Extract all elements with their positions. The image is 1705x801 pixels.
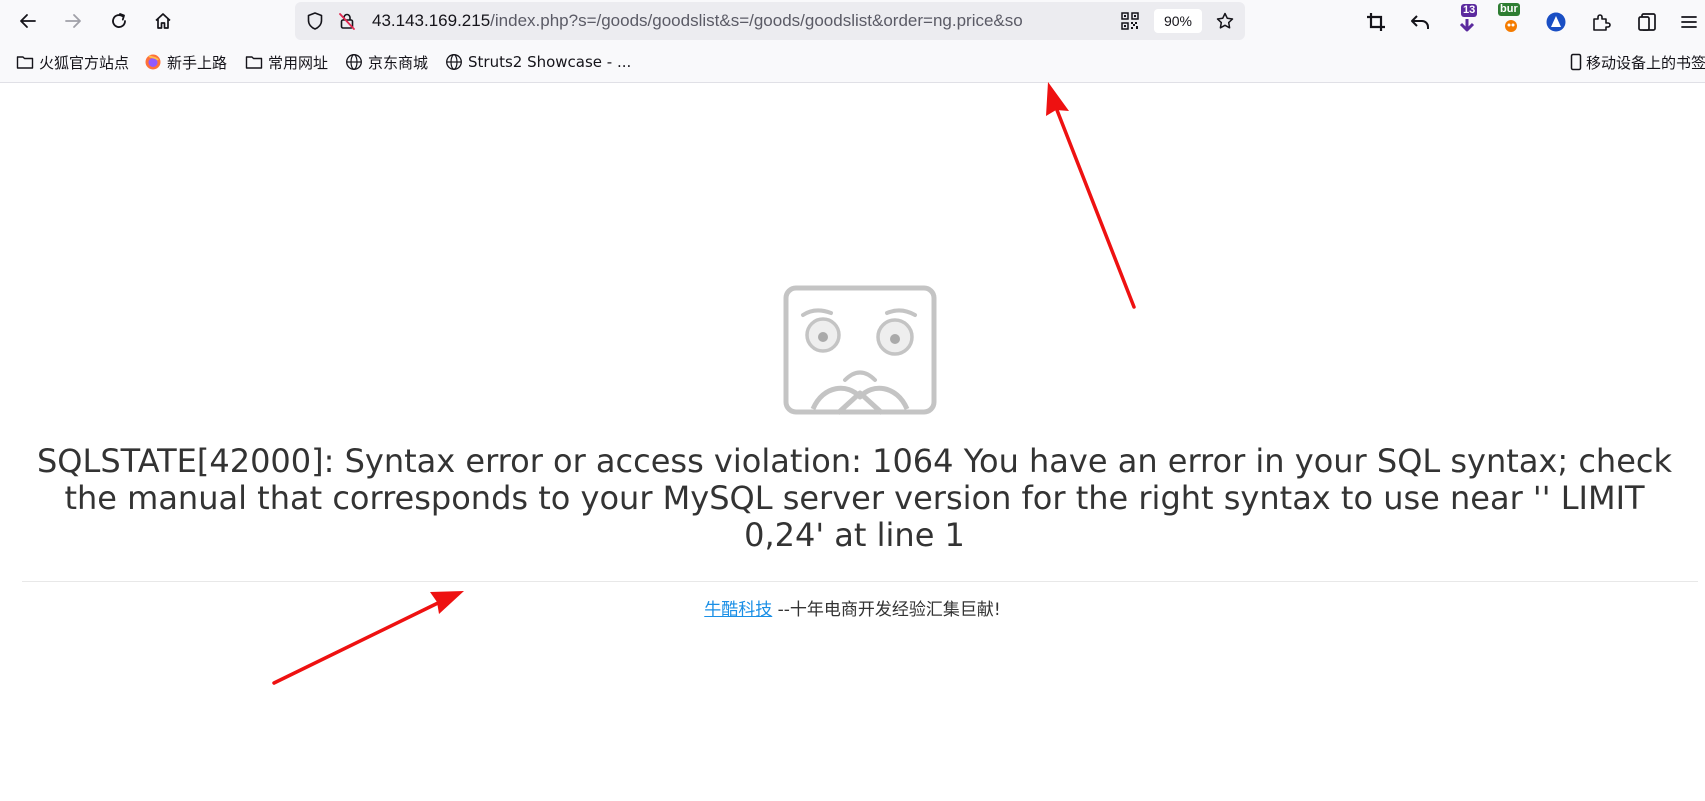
burp-badge: bur (1498, 3, 1520, 16)
url-text[interactable]: 43.143.169.215/index.php?s=/goods/goodsl… (372, 10, 1107, 32)
sad-face-error-icon (783, 285, 937, 415)
bookmark-label: 京东商城 (368, 53, 429, 72)
app-menu-button[interactable] (1675, 8, 1703, 36)
proxy-extension-icon (1546, 12, 1566, 32)
url-host: 43.143.169.215 (372, 11, 491, 30)
sql-error-message: SQLSTATE[42000]: Syntax error or access … (36, 442, 1672, 554)
footer-tagline: --十年电商开发经验汇集巨献! (772, 600, 1001, 620)
arrow-right-icon (65, 14, 81, 28)
globe-icon (446, 54, 462, 70)
arrow-left-icon (20, 14, 36, 28)
bookmark-folder-firefox[interactable]: 火狐官方站点 (16, 51, 129, 73)
address-bar[interactable]: 43.143.169.215/index.php?s=/goods/goodsl… (295, 2, 1245, 40)
bookmark-label: 移动设备上的书签 (1586, 53, 1705, 72)
bookmark-mobile[interactable]: 移动设备上的书签 (1567, 51, 1705, 73)
undo-icon (1411, 15, 1429, 29)
tab-manager-button[interactable] (1633, 8, 1661, 36)
qr-code-icon[interactable] (1120, 11, 1140, 31)
extensions-button[interactable] (1587, 8, 1615, 36)
bookmarks-toolbar: 火狐官方站点 新手上路 常用网址 京东商城 Struts2 Showcase -… (0, 42, 1705, 83)
tracking-shield-icon[interactable] (305, 11, 325, 31)
undo-button[interactable] (1406, 8, 1434, 36)
firefox-logo-icon (145, 54, 161, 70)
bookmark-getting-started[interactable]: 新手上路 (144, 51, 227, 73)
bookmark-label: 新手上路 (167, 53, 228, 72)
globe-icon (346, 54, 362, 70)
bookmark-folder-common[interactable]: 常用网址 (245, 51, 328, 73)
divider (22, 581, 1698, 582)
crop-icon (1367, 13, 1385, 31)
home-button[interactable] (148, 6, 178, 36)
folder-icon (245, 56, 263, 69)
home-icon (155, 13, 171, 29)
burp-extension-button[interactable]: bur (1497, 3, 1525, 36)
bookmark-star-icon[interactable] (1215, 11, 1235, 31)
menu-icon (1681, 16, 1697, 28)
footer-company-link[interactable]: 牛酷科技 (704, 600, 772, 620)
forward-button[interactable] (58, 6, 88, 36)
proxy-extension-button[interactable] (1542, 8, 1570, 36)
insecure-lock-icon[interactable] (337, 11, 357, 31)
page-footer: 牛酷科技 --十年电商开发经验汇集巨献! (0, 595, 1705, 620)
zoom-level[interactable]: 90% (1154, 9, 1202, 33)
bookmark-label: Struts2 Showcase - ... (468, 53, 632, 71)
download-extension-button[interactable]: 13 (1453, 4, 1481, 36)
download-badge: 13 (1461, 4, 1478, 17)
browser-toolbar: 43.143.169.215/index.php?s=/goods/goodsl… (0, 0, 1705, 42)
bookmark-struts2[interactable]: Struts2 Showcase - ... (445, 51, 631, 73)
tab-manager-icon (1638, 13, 1656, 31)
folder-icon (16, 56, 34, 69)
mobile-device-icon (1570, 53, 1582, 71)
bookmark-label: 常用网址 (268, 53, 329, 72)
bookmark-jd[interactable]: 京东商城 (345, 51, 428, 73)
crop-button[interactable] (1362, 8, 1390, 36)
page-content: SQLSTATE[42000]: Syntax error or access … (0, 83, 1705, 801)
extensions-puzzle-icon (1593, 14, 1611, 31)
reload-icon (112, 13, 126, 28)
reload-button[interactable] (104, 6, 134, 36)
url-path: /index.php?s=/goods/goodslist&s=/goods/g… (490, 11, 1023, 30)
bookmark-label: 火狐官方站点 (39, 53, 130, 72)
back-button[interactable] (13, 6, 43, 36)
